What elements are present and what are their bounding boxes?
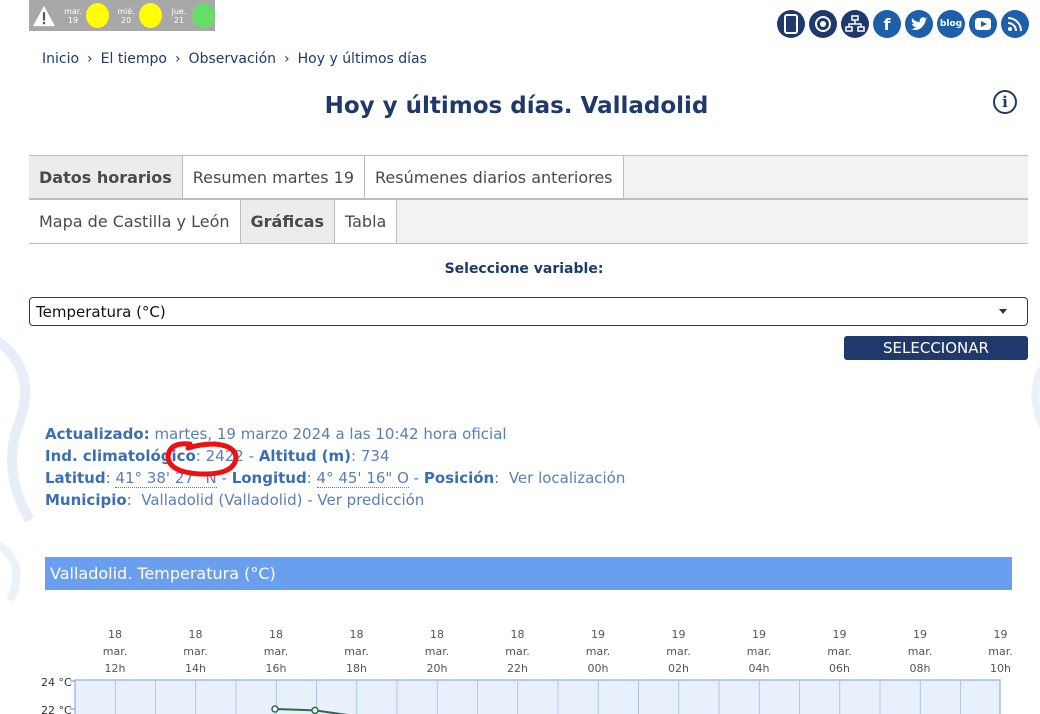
youtube-icon[interactable] bbox=[969, 10, 997, 38]
y-tick-label: 22 °C bbox=[41, 704, 72, 714]
chart-title: Valladolid. Temperatura (°C) bbox=[45, 557, 1012, 590]
breadcrumb-separator: › bbox=[174, 51, 181, 67]
breadcrumb-separator: › bbox=[87, 51, 93, 67]
sitemap-icon[interactable] bbox=[841, 10, 869, 38]
x-tick-label: 19 bbox=[752, 628, 766, 641]
x-tick-label: 22h bbox=[507, 662, 528, 675]
x-tick-label: 19 bbox=[913, 628, 927, 641]
data-point[interactable] bbox=[311, 706, 319, 714]
seleccionar-button[interactable]: SELECCIONAR bbox=[844, 336, 1028, 360]
facebook-icon[interactable]: f bbox=[873, 10, 901, 38]
station-info: Actualizado: martes, 19 marzo 2024 a las… bbox=[45, 423, 625, 511]
breadcrumb-separator: › bbox=[284, 51, 290, 67]
x-tick-label: 20h bbox=[427, 662, 448, 675]
page: mar. 19 mié. 20 jue. 21 f blog Inicio › … bbox=[0, 0, 1040, 714]
data-point[interactable] bbox=[271, 705, 279, 713]
blog-icon[interactable]: blog bbox=[937, 10, 965, 38]
temperature-chart: 18 mar. 12h 18 mar. 14h 18 mar. 16h 18 mar. 18h 18 ma… bbox=[41, 628, 1013, 714]
ver-localizacion-link[interactable]: Ver localización bbox=[509, 469, 626, 487]
x-tick-label: 02h bbox=[668, 662, 689, 675]
warning-day-label: mié. 20 bbox=[117, 7, 135, 25]
tabs-filler bbox=[623, 156, 1028, 198]
warning-day-label: mar. 19 bbox=[64, 7, 82, 25]
updated-line: Actualizado: martes, 19 marzo 2024 a las… bbox=[45, 425, 507, 443]
x-tick-label: mar. bbox=[747, 645, 771, 658]
x-tick-label: mar. bbox=[908, 645, 932, 658]
warning-level-dot bbox=[138, 3, 162, 28]
twitter-icon[interactable] bbox=[905, 10, 933, 38]
mobile-icon[interactable] bbox=[777, 10, 805, 38]
x-tick-label: mar. bbox=[505, 645, 529, 658]
breadcrumb-observacion[interactable]: Observación bbox=[189, 51, 276, 67]
x-tick-label: mar. bbox=[425, 645, 449, 658]
x-tick-label: mar. bbox=[183, 645, 207, 658]
x-tick-label: 00h bbox=[588, 662, 609, 675]
x-tick-label: mar. bbox=[827, 645, 851, 658]
sub-tabs: Mapa de Castilla y León Gráficas Tabla bbox=[29, 199, 1028, 244]
x-tick-label: mar. bbox=[264, 645, 288, 658]
info-icon[interactable]: i bbox=[993, 90, 1017, 114]
plot-area bbox=[74, 679, 1001, 714]
x-tick-label: mar. bbox=[988, 645, 1012, 658]
x-tick-label: 18 bbox=[511, 628, 525, 641]
social-links: f blog bbox=[777, 10, 1029, 38]
variable-select[interactable]: Temperatura (°C) bbox=[29, 297, 1028, 326]
tab-graficas[interactable]: Gráficas bbox=[240, 200, 335, 243]
warning-level-dot bbox=[85, 3, 109, 28]
y-tick-label: 24 °C bbox=[41, 676, 72, 689]
x-tick-label: 16h bbox=[266, 662, 287, 675]
rss-icon[interactable] bbox=[1001, 10, 1029, 38]
x-tick-label: 14h bbox=[185, 662, 206, 675]
main-tabs: Datos horarios Resumen martes 19 Resúmen… bbox=[29, 155, 1028, 199]
warning-icon bbox=[32, 5, 56, 26]
variable-select-value: Temperatura (°C) bbox=[36, 302, 166, 321]
x-tick-label: 08h bbox=[910, 662, 931, 675]
tab-datos-horarios[interactable]: Datos horarios bbox=[29, 156, 183, 198]
x-tick-label: 18 bbox=[189, 628, 203, 641]
red-annotation-circle bbox=[165, 441, 239, 477]
x-tick-label: 18 bbox=[269, 628, 283, 641]
x-tick-label: 18 bbox=[108, 628, 122, 641]
x-tick-label: 18 bbox=[350, 628, 364, 641]
x-tick-label: 19 bbox=[994, 628, 1008, 641]
page-title: Hoy y últimos días. Valladolid bbox=[324, 93, 709, 119]
warning-day-label: jue. 21 bbox=[171, 7, 187, 25]
ind-altitude-line: Ind. climatológico: 2422 - Altitud (m): … bbox=[45, 447, 390, 465]
breadcrumb: Inicio › El tiempo › Observación › Hoy y… bbox=[42, 51, 427, 67]
x-tick-label: 12h bbox=[105, 662, 126, 675]
tab-resumenes-anteriores[interactable]: Resúmenes diarios anteriores bbox=[365, 156, 624, 198]
ver-prediccion-link[interactable]: Valladolid (Valladolid) - Ver predicción bbox=[141, 491, 424, 509]
tab-resumen-martes[interactable]: Resumen martes 19 bbox=[182, 156, 366, 198]
warning-level-dot bbox=[191, 3, 216, 28]
tab-mapa[interactable]: Mapa de Castilla y León bbox=[29, 200, 241, 243]
radar-icon[interactable] bbox=[809, 10, 837, 38]
tab-tabla[interactable]: Tabla bbox=[335, 200, 398, 243]
municipio-line: Municipio: Valladolid (Valladolid) - Ver… bbox=[45, 491, 425, 509]
x-tick-label: mar. bbox=[103, 645, 127, 658]
select-variable-label: Seleccione variable: bbox=[444, 261, 604, 277]
x-tick-label: 10h bbox=[990, 662, 1011, 675]
x-tick-label: 19 bbox=[672, 628, 686, 641]
x-tick-label: mar. bbox=[344, 645, 368, 658]
x-tick-label: mar. bbox=[586, 645, 610, 658]
breadcrumb-el-tiempo[interactable]: El tiempo bbox=[101, 51, 167, 67]
breadcrumb-inicio[interactable]: Inicio bbox=[42, 51, 79, 67]
x-tick-label: mar. bbox=[666, 645, 690, 658]
x-tick-label: 18h bbox=[346, 662, 367, 675]
warnings-widget[interactable]: mar. 19 mié. 20 jue. 21 bbox=[29, 0, 216, 31]
x-tick-label: 18 bbox=[430, 628, 444, 641]
chevron-down-icon bbox=[999, 309, 1007, 314]
x-tick-label: 06h bbox=[829, 662, 850, 675]
x-tick-label: 04h bbox=[749, 662, 770, 675]
lat-lon-line: Latitud: 41° 38' 27" N - Longitud: 4° 45… bbox=[45, 469, 626, 488]
breadcrumb-current: Hoy y últimos días bbox=[297, 51, 427, 67]
x-tick-label: 19 bbox=[833, 628, 847, 641]
x-tick-label: 19 bbox=[591, 628, 605, 641]
